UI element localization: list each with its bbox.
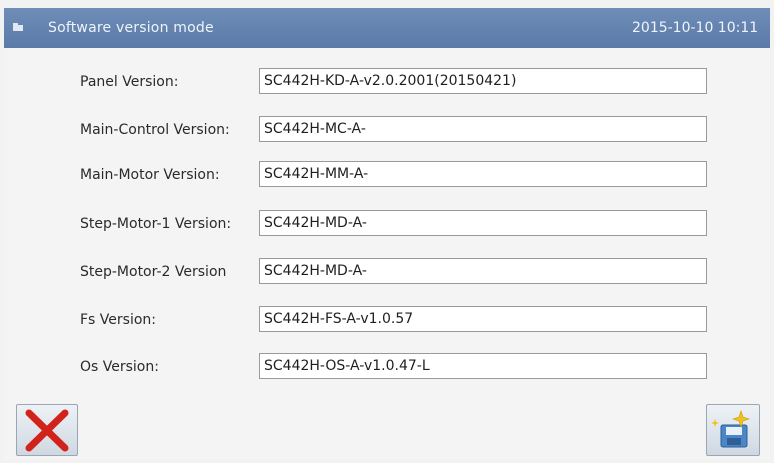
step-motor-1-version-field: SC442H-MD-A- <box>259 210 707 236</box>
main-control-version-field: SC442H-MC-A- <box>259 116 707 142</box>
panel-version-field: SC442H-KD-A-v2.0.2001(20150421) <box>259 68 707 94</box>
red-x-icon <box>25 409 69 452</box>
os-version-field: SC442H-OS-A-v1.0.47-L <box>259 353 707 379</box>
cancel-button[interactable] <box>16 404 78 456</box>
os-version-label: Os Version: <box>80 359 159 375</box>
panel-icon <box>13 23 23 31</box>
step-motor-1-version-label: Step-Motor-1 Version: <box>80 216 232 232</box>
page-title: Software version mode <box>48 20 214 36</box>
datetime-display: 2015-10-10 10:11 <box>632 20 759 36</box>
save-button[interactable] <box>706 404 760 456</box>
main-motor-version-label: Main-Motor Version: <box>80 167 220 183</box>
fs-version-field: SC442H-FS-A-v1.0.57 <box>259 306 707 332</box>
step-motor-2-version-label: Step-Motor-2 Version <box>80 264 227 280</box>
save-sparkle-icon <box>711 410 750 448</box>
main-motor-version-field: SC442H-MM-A- <box>259 161 707 187</box>
panel-version-label: Panel Version: <box>80 74 179 90</box>
title-bar: Software version mode 2015-10-10 10:11 <box>4 8 770 48</box>
step-motor-2-version-field: SC442H-MD-A- <box>259 258 707 284</box>
version-panel <box>4 48 770 459</box>
main-control-version-label: Main-Control Version: <box>80 122 230 138</box>
fs-version-label: Fs Version: <box>80 312 156 328</box>
